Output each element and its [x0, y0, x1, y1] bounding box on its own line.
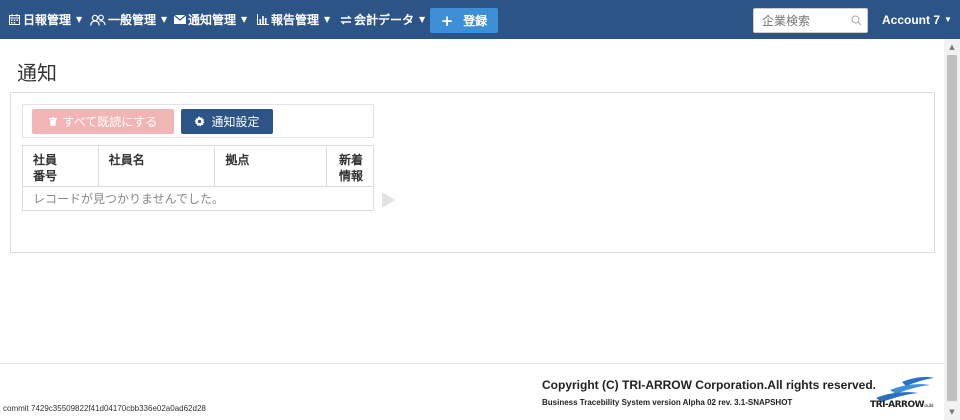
calendar-icon	[8, 13, 21, 26]
scroll-down-arrow-icon[interactable]: ▼	[944, 406, 960, 418]
company-search	[753, 8, 868, 33]
mark-all-read-label: すべて既読にする	[62, 115, 158, 129]
chevron-down-icon: ▼	[161, 15, 168, 24]
footer-divider	[0, 363, 944, 364]
play-arrow-icon	[382, 192, 395, 208]
bar-chart-icon	[256, 13, 269, 26]
exchange-icon	[339, 13, 352, 26]
gear-icon	[194, 116, 206, 127]
logo-text-main: TRI-ARROW	[870, 400, 925, 410]
notification-settings-label: 通知設定	[211, 115, 260, 129]
menu-general[interactable]: 一般管理 ▼	[89, 0, 167, 39]
header-new-info[interactable]: 新着 情報	[326, 145, 374, 187]
menu-accounting-label: 会計データ	[354, 13, 415, 27]
header-new-info-line1: 新着	[338, 153, 363, 167]
chevron-down-icon: ▼	[76, 15, 83, 24]
table-header-row: 社員 番号 社員名 拠点 新着 情報	[22, 145, 374, 187]
notification-table: 社員 番号 社員名 拠点 新着 情報 レコードが見つかりませんでした。	[22, 145, 374, 211]
header-employee-name-label: 社員名	[108, 153, 145, 167]
menu-accounting[interactable]: 会計データ ▼	[339, 0, 425, 39]
search-icon[interactable]	[851, 15, 862, 26]
menu-notification[interactable]: 通知管理 ▼	[173, 0, 247, 39]
header-employee-number-line2: 番号	[33, 169, 58, 183]
menu-daily-report-label: 日報管理	[23, 13, 72, 27]
menu-general-label: 一般管理	[108, 13, 157, 27]
users-icon	[89, 13, 106, 26]
chevron-down-icon: ▼	[419, 15, 426, 24]
menu-report-label: 報告管理	[271, 13, 320, 27]
mark-all-read-button[interactable]: すべて既読にする	[32, 109, 174, 134]
version-text: Business Tracebility System version Alph…	[542, 398, 793, 407]
menu-daily-report[interactable]: 日報管理 ▼	[8, 0, 82, 39]
envelope-icon	[173, 13, 186, 26]
notification-settings-button[interactable]: 通知設定	[181, 109, 273, 134]
menu-report[interactable]: 報告管理 ▼	[256, 0, 330, 39]
trash-icon	[48, 117, 57, 126]
menu-notification-label: 通知管理	[188, 13, 237, 27]
header-employee-name[interactable]: 社員名	[97, 145, 216, 187]
account-label: Account 7	[882, 12, 941, 27]
logo-text-suffix: co.,ltd.	[924, 403, 934, 408]
chevron-down-icon: ▼	[944, 15, 952, 24]
commit-hash: commit 7429c35509822f41d04170cbb336e02a0…	[3, 404, 206, 413]
chevron-down-icon: ▼	[324, 15, 331, 24]
register-button-label: 登録	[463, 14, 488, 28]
account-menu[interactable]: Account 7 ▼	[882, 0, 952, 39]
header-base-label: 拠点	[225, 153, 250, 167]
copyright-text: Copyright (C) TRI-ARROW Corporation.All …	[542, 378, 877, 392]
header-employee-number-line1: 社員	[33, 153, 58, 167]
company-search-input[interactable]	[754, 9, 844, 32]
vertical-scrollbar[interactable]: ▲ ▼	[944, 39, 960, 420]
header-employee-number[interactable]: 社員 番号	[22, 145, 99, 187]
top-navbar: 日報管理 ▼ 一般管理 ▼ 通知管理 ▼ 報告管理 ▼ 会計データ ▼ + 登録	[0, 0, 960, 39]
empty-table-message: レコードが見つかりませんでした。	[22, 186, 374, 211]
scrollbar-thumb[interactable]	[947, 55, 957, 401]
header-new-info-line2: 情報	[338, 169, 363, 183]
table-row: レコードが見つかりませんでした。	[22, 186, 374, 211]
plus-icon: +	[440, 11, 454, 30]
chevron-down-icon: ▼	[241, 15, 248, 24]
register-button[interactable]: + 登録	[430, 8, 498, 33]
header-base[interactable]: 拠点	[214, 145, 328, 187]
scroll-up-arrow-icon[interactable]: ▲	[944, 41, 960, 53]
logo-text: TRI-ARROWco.,ltd.	[870, 400, 934, 410]
page-title: 通知	[17, 61, 57, 85]
